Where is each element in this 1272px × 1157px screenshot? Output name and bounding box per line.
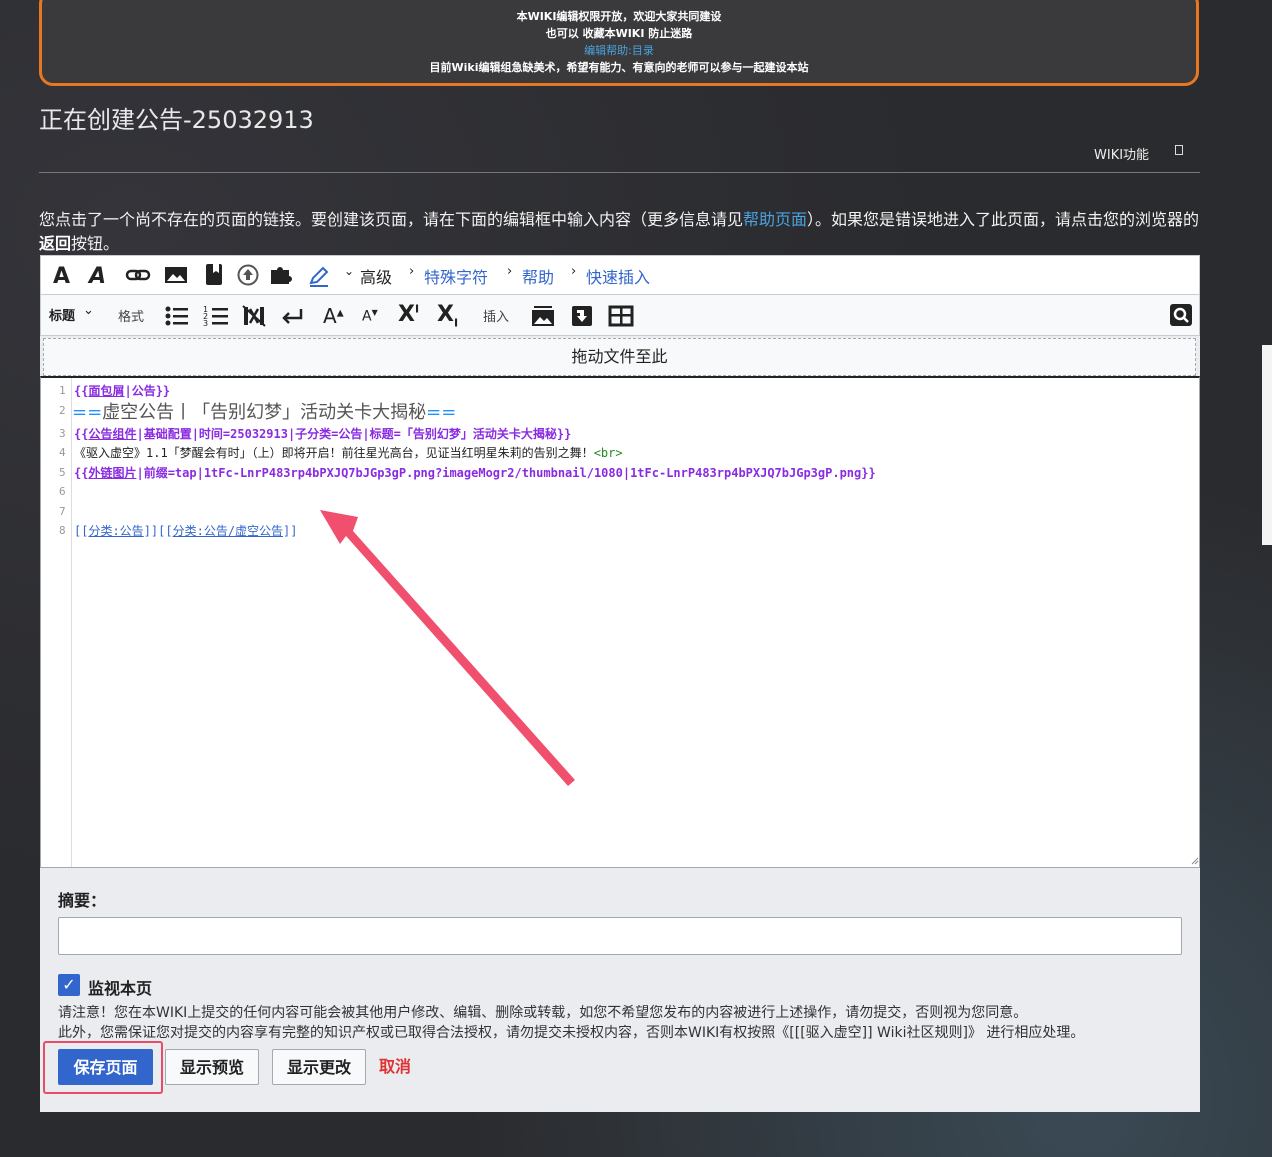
bulleted-list-icon[interactable] [165,306,189,326]
tab-quick-insert[interactable]: 快速插入 [586,264,650,288]
small-text-icon[interactable]: A▼ [362,308,378,325]
intro-part-1: 您点击了一个尚不存在的页面的链接。要创建该页面，请在下面的编辑框中输入内容（更多… [39,210,744,229]
redirect-icon[interactable] [570,304,594,328]
edit-form: A A ⌄ 高级 › 特殊字符 › 帮助 › 快速插入 标题 ⌄ 格式 123 … [40,255,1200,1112]
title-divider [39,172,1200,173]
line-number: 6 [59,485,66,498]
reference-icon[interactable] [204,263,224,287]
line-number: 8 [59,524,66,537]
edit-help-link[interactable]: 编辑帮助:目录 [42,42,1196,59]
menu-toggle-icon[interactable] [1175,145,1183,155]
side-panel-edge [1262,345,1272,545]
preview-button[interactable]: 显示预览 [165,1049,259,1085]
code-line: ==虚空公告丨「告别幻梦」活动关卡大揭秘== [72,402,457,423]
page-title: 正在创建公告-25032913 [39,106,314,134]
code-line: {{外链图片|前缀=tap|1tFc-LnrP483rp4bPXJQ7bJGp3… [74,466,876,480]
category-link[interactable]: 分类:公告/虚空公告 [173,524,283,538]
tab-advanced[interactable]: 高级 [360,264,392,288]
superscript-icon[interactable]: XI [398,302,419,327]
save-button[interactable]: 保存页面 [58,1049,153,1085]
copyright-warning-1: 请注意！您在本WIKI上提交的任何内容可能会被其他用户修改、编辑、删除或转载，如… [58,1005,1028,1021]
summary-input[interactable] [58,917,1182,955]
format-group-label: 格式 [118,310,145,325]
chevron-right-icon: › [571,264,577,279]
link-icon[interactable] [125,266,151,284]
line-number-gutter [41,378,72,867]
category-link[interactable]: 分类:公告 [88,524,143,538]
newline-icon[interactable] [281,307,305,325]
toolbar-main: A A ⌄ 高级 › 特殊字符 › 帮助 › 快速插入 [40,255,1200,294]
notice-line-2: 也可以 收藏本WIKI 防止迷路 [545,27,693,40]
svg-text:3: 3 [203,319,208,328]
insert-group-label: 插入 [483,310,510,325]
heading-dropdown[interactable]: 标题 [49,305,75,324]
watch-label[interactable]: 监视本页 [88,975,152,999]
line-number: 5 [59,466,66,479]
no-wiki-icon[interactable] [242,305,266,327]
summary-label: 摘要： [58,891,107,910]
wiki-functions-menu[interactable]: WIKI功能 [1094,144,1149,163]
tab-help[interactable]: 帮助 [522,264,554,288]
image-icon[interactable] [164,265,188,285]
show-changes-button[interactable]: 显示更改 [272,1049,366,1085]
copyright-warning-2: 此外，您需保证您对提交的内容享有完整的知识产权或已取得合法授权，请勿提交未授权内… [58,1025,1085,1041]
search-replace-icon[interactable] [1169,303,1193,327]
bold-icon[interactable]: A [53,264,70,289]
notice-line-4: 目前Wiki编辑组急缺美术，希望有能力、有意向的老师可以参与一起建设本站 [429,61,809,74]
gallery-icon[interactable] [531,305,555,327]
line-number: 3 [59,427,66,440]
notice-line-1: 本WIKI编辑权限开放，欢迎大家共同建设 [516,10,722,23]
line-number: 1 [59,384,66,397]
chevron-down-icon[interactable]: ⌄ [83,303,94,318]
intro-part-2: ）。如果您是错误地进入了此页面，请点击您的浏览器的 [807,210,1200,229]
chevron-right-icon: › [507,264,513,279]
code-line: 《驱入虚空》1.1「梦醒会有时」（上）即将开启！前往星光高台，见证当红明星朱莉的… [74,446,623,460]
italic-icon[interactable]: A [89,264,106,289]
template-icon[interactable] [269,264,293,286]
upload-icon[interactable] [237,264,259,286]
resize-handle-icon[interactable] [1191,857,1199,865]
intro-part-3: 按钮。 [71,234,120,253]
wikitext-editor[interactable]: 1 {{面包屑|公告}} 2 ==虚空公告丨「告别幻梦」活动关卡大揭秘== 3 … [40,376,1200,868]
line-number: 4 [59,446,66,459]
intro-text: 您点击了一个尚不存在的页面的链接。要创建该页面，请在下面的编辑框中输入内容（更多… [39,208,1204,256]
code-line: {{公告组件|基础配置|时间=25032913|子分类=公告|标题=「告别幻梦」… [74,427,572,441]
help-page-link[interactable]: 帮助页面 [743,210,807,229]
subscript-icon[interactable]: XI [437,302,458,329]
table-icon[interactable] [608,305,634,327]
cancel-link[interactable]: 取消 [379,1049,411,1085]
toolbar-advanced: 标题 ⌄ 格式 123 A▲ A▼ XI XI 插入 [40,294,1200,336]
code-line: {{面包屑|公告}} [74,384,171,398]
chevron-right-icon: › [409,264,415,279]
line-number: 7 [59,505,66,518]
notice-banner: 本WIKI编辑权限开放，欢迎大家共同建设 也可以 收藏本WIKI 防止迷路 编辑… [39,0,1199,86]
tab-special-chars[interactable]: 特殊字符 [424,264,488,288]
watch-checkbox[interactable]: ✓ [58,974,80,996]
code-line: [[分类:公告]][[分类:公告/虚空公告]] [74,524,298,538]
numbered-list-icon[interactable]: 123 [203,304,229,328]
chevron-down-icon[interactable]: ⌄ [344,264,354,278]
big-text-icon[interactable]: A▲ [323,304,344,328]
line-number: 2 [59,404,66,417]
pencil-icon[interactable] [307,264,331,288]
back-word: 返回 [39,234,72,253]
file-dropzone[interactable]: 拖动文件至此 [43,338,1196,376]
